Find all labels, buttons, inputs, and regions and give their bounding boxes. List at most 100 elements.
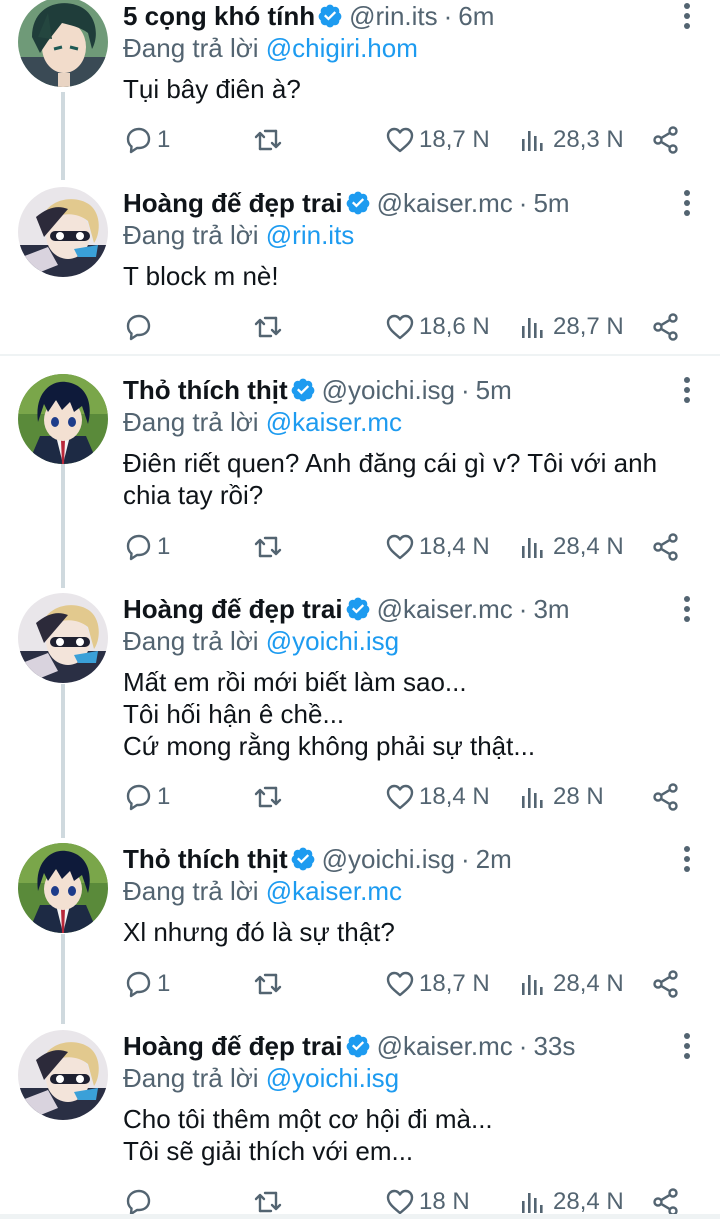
reply-button[interactable]: 1 — [123, 968, 170, 1000]
heart-icon — [385, 782, 415, 812]
display-name[interactable]: Thỏ thích thịt — [123, 375, 288, 406]
avatar[interactable] — [18, 187, 108, 277]
views-button[interactable]: 28 N — [519, 781, 604, 813]
share-icon — [651, 312, 681, 342]
display-name[interactable]: Thỏ thích thịt — [123, 844, 288, 875]
views-icon — [519, 532, 549, 562]
timestamp[interactable]: 3m — [533, 594, 569, 625]
reply-button[interactable]: 1 — [123, 781, 170, 813]
share-icon — [651, 532, 681, 562]
like-button[interactable]: 18,7 N — [385, 968, 490, 1000]
tweet-text-line: Cho tôi thêm một cơ hội đi mà... — [123, 1104, 493, 1134]
like-button[interactable]: 18,4 N — [385, 531, 490, 563]
views-button[interactable]: 28,4 N — [519, 968, 624, 1000]
mention-link[interactable]: @yoichi.isg — [266, 1063, 399, 1093]
more-icon[interactable] — [682, 2, 692, 30]
verified-badge-icon — [345, 596, 371, 622]
user-handle[interactable]: @kaiser.mc — [377, 594, 513, 625]
more-icon[interactable] — [682, 845, 692, 873]
heart-icon — [385, 1187, 415, 1217]
user-handle[interactable]: @kaiser.mc — [377, 188, 513, 219]
retweet-icon — [251, 312, 285, 342]
share-button[interactable] — [651, 531, 681, 563]
share-button[interactable] — [651, 968, 681, 1000]
tweet-header: 5 cọng khó tính @rin.its · 6m — [123, 0, 494, 32]
retweet-button[interactable] — [251, 968, 289, 1000]
timestamp[interactable]: 5m — [533, 188, 569, 219]
user-handle[interactable]: @rin.its — [349, 1, 438, 32]
tweet-text: Cho tôi thêm một cơ hội đi mà... Tôi sẽ … — [123, 1103, 683, 1167]
like-count: 18 N — [419, 1188, 470, 1215]
more-icon[interactable] — [682, 189, 692, 217]
display-name[interactable]: Hoàng đế đẹp trai — [123, 594, 343, 625]
tweet-text-line: Tụi bây điên à? — [123, 74, 301, 104]
verified-badge-icon — [345, 1033, 371, 1059]
display-name[interactable]: Hoàng đế đẹp trai — [123, 188, 343, 219]
retweet-button[interactable] — [251, 531, 289, 563]
tweet[interactable]: Hoàng đế đẹp trai @kaiser.mc · 33s Đang … — [0, 1030, 720, 1219]
view-count: 28 N — [553, 783, 604, 810]
avatar[interactable] — [18, 0, 108, 87]
share-button[interactable] — [651, 781, 681, 813]
like-count: 18,7 N — [419, 970, 490, 997]
reply-button[interactable]: 1 — [123, 531, 170, 563]
bottom-divider — [0, 1214, 720, 1219]
replying-to: Đang trả lời @kaiser.mc — [123, 407, 402, 438]
retweet-button[interactable] — [251, 311, 289, 343]
share-button[interactable] — [651, 311, 681, 343]
user-handle[interactable]: @kaiser.mc — [377, 1031, 513, 1062]
mention-link[interactable]: @kaiser.mc — [266, 876, 402, 906]
like-button[interactable]: 18,7 N — [385, 124, 490, 156]
avatar[interactable] — [18, 1030, 108, 1120]
timestamp[interactable]: 33s — [533, 1031, 575, 1062]
reply-button[interactable]: 1 — [123, 124, 170, 156]
tweet[interactable]: Hoàng đế đẹp trai @kaiser.mc · 3m Đang t… — [0, 593, 720, 823]
share-button[interactable] — [651, 124, 681, 156]
more-icon[interactable] — [682, 595, 692, 623]
view-count: 28,4 N — [553, 970, 624, 997]
avatar[interactable] — [18, 374, 108, 464]
tweet-text: T block m nè! — [123, 260, 683, 292]
tweet[interactable]: Thỏ thích thịt @yoichi.isg · 5m Đang trả… — [0, 374, 720, 574]
display-name[interactable]: 5 cọng khó tính — [123, 1, 315, 32]
replying-to-label: Đang trả lời — [123, 33, 266, 63]
tweet[interactable]: 5 cọng khó tính @rin.its · 6m Đang trả l… — [0, 0, 720, 180]
views-button[interactable]: 28,7 N — [519, 311, 624, 343]
mention-link[interactable]: @yoichi.isg — [266, 626, 399, 656]
view-count: 28,4 N — [553, 1188, 624, 1215]
more-icon[interactable] — [682, 1032, 692, 1060]
mention-link[interactable]: @kaiser.mc — [266, 407, 402, 437]
tweet-text-line: Mất em rồi mới biết làm sao... — [123, 667, 467, 697]
avatar[interactable] — [18, 843, 108, 933]
reply-icon — [123, 782, 153, 812]
heart-icon — [385, 125, 415, 155]
more-icon[interactable] — [682, 376, 692, 404]
retweet-button[interactable] — [251, 124, 289, 156]
timestamp[interactable]: 5m — [476, 375, 512, 406]
tweet[interactable]: Thỏ thích thịt @yoichi.isg · 2m Đang trả… — [0, 843, 720, 1013]
views-button[interactable]: 28,3 N — [519, 124, 624, 156]
display-name[interactable]: Hoàng đế đẹp trai — [123, 1031, 343, 1062]
thread-divider — [0, 354, 720, 356]
like-button[interactable]: 18,4 N — [385, 781, 490, 813]
retweet-button[interactable] — [251, 781, 289, 813]
tweet-header: Thỏ thích thịt @yoichi.isg · 5m — [123, 374, 512, 406]
tweet[interactable]: Hoàng đế đẹp trai @kaiser.mc · 5m Đang t… — [0, 187, 720, 347]
reply-count: 1 — [157, 783, 171, 810]
user-handle[interactable]: @yoichi.isg — [322, 375, 455, 406]
separator: · — [460, 843, 470, 874]
views-button[interactable]: 28,4 N — [519, 531, 624, 563]
like-button[interactable]: 18,6 N — [385, 311, 490, 343]
replying-to: Đang trả lời @rin.its — [123, 220, 354, 251]
user-handle[interactable]: @yoichi.isg — [322, 844, 455, 875]
timestamp[interactable]: 2m — [476, 844, 512, 875]
tweet-text: Xl nhưng đó là sự thật? — [123, 916, 683, 948]
timestamp[interactable]: 6m — [458, 1, 494, 32]
mention-link[interactable]: @rin.its — [266, 220, 355, 250]
replying-to: Đang trả lời @kaiser.mc — [123, 876, 402, 907]
separator: · — [443, 0, 453, 31]
mention-link[interactable]: @chigiri.hom — [266, 33, 418, 63]
reply-button[interactable] — [123, 311, 157, 343]
retweet-icon — [251, 969, 285, 999]
avatar[interactable] — [18, 593, 108, 683]
